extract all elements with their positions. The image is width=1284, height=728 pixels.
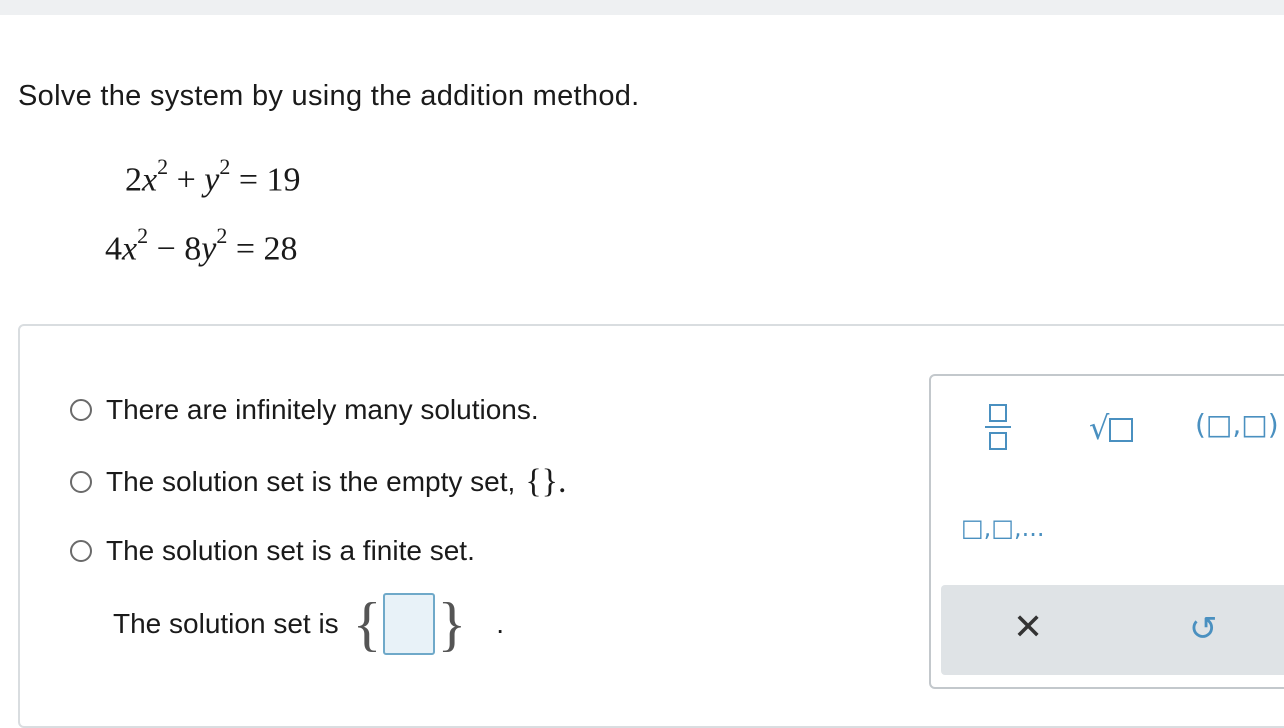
- fraction-bar-icon: [985, 426, 1011, 428]
- solution-set-label: The solution set is: [113, 608, 339, 639]
- denominator-box-icon: [989, 432, 1007, 450]
- question-text: Solve the system by using the addition m…: [18, 80, 640, 112]
- undo-button[interactable]: ↺: [1189, 609, 1218, 649]
- numerator-box-icon: [989, 404, 1007, 422]
- square-root-button[interactable]: √: [1089, 409, 1134, 447]
- empty-set-symbol: {}.: [525, 463, 567, 500]
- math-palette: √ (□,□) □,□,... ✕ ↺: [929, 374, 1284, 689]
- option-finite-set[interactable]: The solution set is a finite set.: [70, 535, 475, 567]
- radio-button[interactable]: [70, 471, 92, 493]
- open-brace: {: [352, 591, 382, 657]
- radio-button[interactable]: [70, 399, 92, 421]
- solution-set-row: The solution set is { } .: [113, 593, 504, 655]
- option-infinitely-many[interactable]: There are infinitely many solutions.: [70, 394, 539, 426]
- equation-1: 2x2 + y2 = 19: [125, 154, 301, 199]
- solution-set-input[interactable]: [383, 593, 436, 655]
- top-bar: [0, 0, 1284, 15]
- option-empty-set[interactable]: The solution set is the empty set, {}.: [70, 463, 566, 501]
- radio-button[interactable]: [70, 540, 92, 562]
- option-label: The solution set is the empty set,: [106, 466, 516, 497]
- radical-icon: √: [1089, 409, 1110, 447]
- option-label: There are infinitely many solutions.: [106, 394, 539, 425]
- equation-2: 4x2 − 8y2 = 28: [105, 223, 298, 268]
- ordered-pair-button[interactable]: (□,□): [1195, 408, 1279, 441]
- close-brace: }: [437, 591, 467, 657]
- period: .: [496, 608, 505, 639]
- list-button[interactable]: □,□,...: [961, 514, 1045, 542]
- fraction-button[interactable]: [985, 404, 1011, 450]
- radicand-box-icon: [1109, 418, 1134, 442]
- palette-footer: ✕ ↺: [941, 585, 1284, 675]
- option-label: The solution set is a finite set.: [106, 535, 475, 566]
- clear-button[interactable]: ✕: [1013, 607, 1043, 648]
